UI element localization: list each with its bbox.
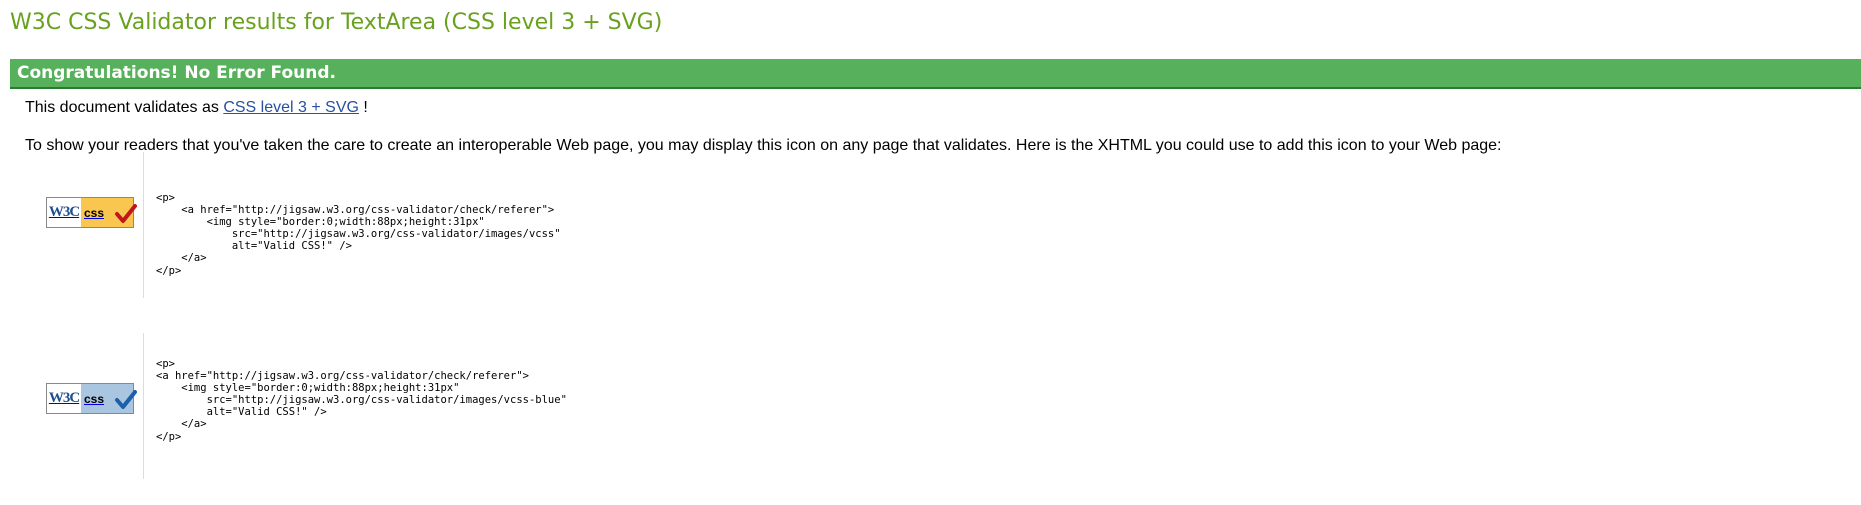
page-title: W3C CSS Validator results for TextArea (… [10, 10, 663, 35]
validation-prefix: This document validates as [25, 99, 219, 116]
badge-code-snippet: <p> <a href="http://jigsaw.w3.org/css-va… [156, 192, 561, 277]
badge-link-blue[interactable]: W3C css [46, 383, 137, 414]
success-message: Congratulations! No Error Found. [17, 63, 336, 83]
checkmark-icon [115, 390, 137, 409]
code-divider [143, 152, 144, 298]
w3c-logo-text: W3C [47, 384, 81, 413]
validation-statement: This document validates as CSS level 3 +… [25, 99, 368, 117]
code-divider [143, 333, 144, 479]
badge-block-blue: W3C css <p> <a href="http://jigsaw.w3.or… [25, 333, 825, 479]
checkmark-icon [115, 204, 137, 223]
css-logo-text: css [84, 391, 105, 406]
badge-code-snippet: <p> <a href="http://jigsaw.w3.org/css-va… [156, 358, 567, 443]
w3c-css-valid-icon: W3C css [46, 383, 137, 414]
css-label-area: css [81, 384, 137, 413]
css-logo-text: css [84, 205, 105, 220]
badge-block-gold: W3C css <p> <a href="http://jigsaw.w3.or… [25, 152, 825, 298]
validation-suffix: ! [363, 99, 368, 116]
w3c-logo-text: W3C [47, 198, 81, 227]
badge-link-gold[interactable]: W3C css [46, 197, 137, 228]
css-label-area: css [81, 198, 137, 227]
w3c-css-valid-icon: W3C css [46, 197, 137, 228]
css-profile-link[interactable]: CSS level 3 + SVG [223, 99, 359, 116]
success-banner: Congratulations! No Error Found. [10, 59, 1861, 89]
